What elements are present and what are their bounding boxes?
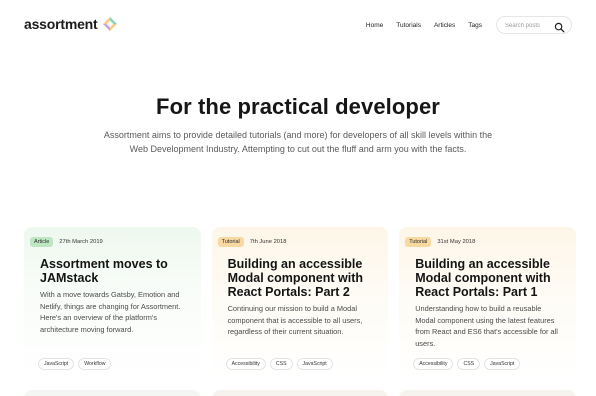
search-icon[interactable] <box>554 20 565 33</box>
post-title[interactable]: Assortment moves to JAMstack <box>40 257 185 285</box>
tag-chip[interactable]: Accessibility <box>225 358 266 370</box>
post-description: With a move towards Gatsby, Emotion and … <box>40 290 181 334</box>
post-card[interactable]: Article 27th March 2019 Assortment moves… <box>24 227 201 377</box>
post-tags: Accessibility CSS JavaScript <box>225 358 333 370</box>
post-tags: Accessibility CSS JavaScript <box>413 358 521 370</box>
search-input[interactable] <box>505 20 555 31</box>
tag-chip[interactable]: CSS <box>269 358 293 370</box>
tag-chip[interactable]: Workflow <box>78 358 112 370</box>
next-card-peek <box>399 390 576 396</box>
tag-chip[interactable]: Accessibility <box>413 358 454 370</box>
post-title[interactable]: Building an accessible Modal component w… <box>228 257 373 299</box>
post-date: 7th June 2018 <box>249 239 287 245</box>
post-title[interactable]: Building an accessible Modal component w… <box>415 257 560 299</box>
hero-subtitle: Assortment aims to provide detailed tuto… <box>103 130 493 154</box>
brand-logo[interactable]: assortment <box>24 16 118 32</box>
hero-section: For the practical developer Assortment a… <box>0 94 596 156</box>
tag-chip[interactable]: JavaScript <box>484 358 521 370</box>
nav-link-tags[interactable]: Tags <box>468 22 482 29</box>
nav-link-articles[interactable]: Articles <box>434 22 455 29</box>
brand-name: assortment <box>24 16 98 32</box>
nav-link-home[interactable]: Home <box>366 22 383 29</box>
post-date: 31st May 2018 <box>437 239 476 245</box>
next-card-peek <box>211 390 389 396</box>
post-description: Understanding how to build a reusable Mo… <box>415 304 558 348</box>
hero-title: For the practical developer <box>156 94 440 119</box>
post-card-grid: Article 27th March 2019 Assortment moves… <box>24 227 576 377</box>
post-description: Continuing our mission to build a Modal … <box>227 304 363 336</box>
post-type-badge: Article <box>30 237 54 247</box>
post-type-badge: Tutorial <box>217 237 244 247</box>
post-type-badge: Tutorial <box>405 237 432 247</box>
post-meta: Tutorial 7th June 2018 <box>217 237 373 247</box>
next-card-peek <box>24 390 201 396</box>
post-date: 27th March 2019 <box>59 239 103 245</box>
post-meta: Article 27th March 2019 <box>30 237 185 247</box>
post-card[interactable]: Tutorial 31st May 2018 Building an acces… <box>399 227 576 377</box>
tag-chip[interactable]: CSS <box>457 358 481 370</box>
prism-logo-icon <box>102 16 118 32</box>
nav-link-tutorials[interactable]: Tutorials <box>396 22 421 29</box>
post-tags: JavaScript Workflow <box>38 358 112 370</box>
tag-chip[interactable]: JavaScript <box>38 358 75 370</box>
post-card[interactable]: Tutorial 7th June 2018 Building an acces… <box>211 227 389 377</box>
main-nav: Home Tutorials Articles Tags <box>366 16 572 34</box>
post-meta: Tutorial 31st May 2018 <box>405 237 560 247</box>
site-header: assortment Home Tutorials Articles Tags <box>0 0 596 52</box>
search-box <box>496 16 572 34</box>
tag-chip[interactable]: JavaScript <box>296 358 333 370</box>
